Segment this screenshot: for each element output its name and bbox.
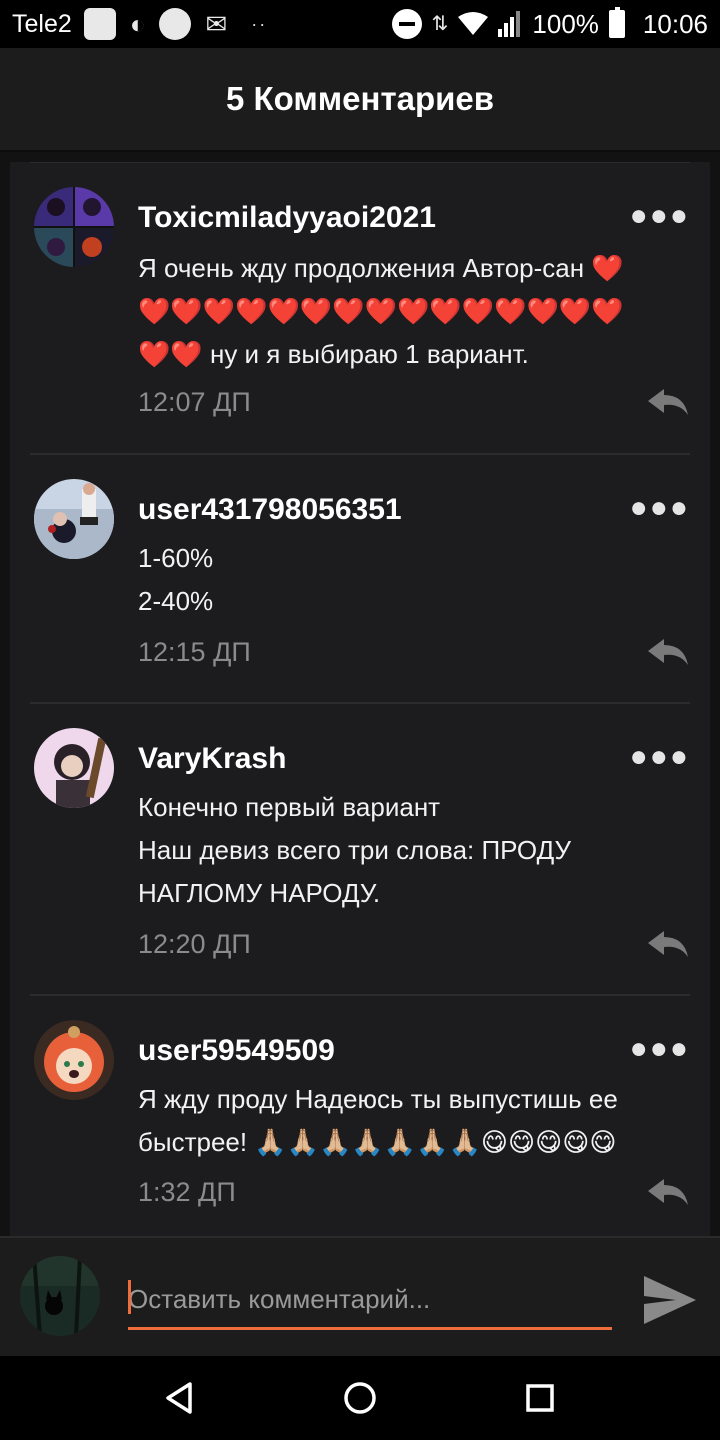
comment-text-line: Конечно первый вариант xyxy=(138,792,441,822)
comment-item: user431798056351 ●●● 1-60% 2-40% 12:15 Д… xyxy=(30,453,690,702)
wifi-icon xyxy=(458,12,489,35)
comment-username[interactable]: user59549509 xyxy=(138,1034,335,1068)
text-cursor xyxy=(128,1280,131,1314)
signal-icon xyxy=(498,11,521,37)
reply-icon[interactable] xyxy=(646,1177,690,1207)
clock: 10:06 xyxy=(642,8,708,39)
comment-text-line: Я жду проду Надеюсь ты выпустишь ее xyxy=(138,1084,618,1114)
comments-list[interactable]: Toxicmiladyyaoi2021 ●●● Я очень жду прод… xyxy=(10,162,710,1236)
system-nav-bar xyxy=(0,1356,720,1440)
data-arrows-icon: ⇅ xyxy=(431,13,449,35)
app-notification-icon xyxy=(83,8,116,40)
reply-icon[interactable] xyxy=(646,929,690,959)
more-options-icon[interactable]: ●●● xyxy=(630,493,690,523)
do-not-disturb-icon xyxy=(391,9,422,39)
comments-header: 5 Комментариев xyxy=(0,48,720,152)
reply-icon[interactable] xyxy=(646,637,690,667)
mail-icon: ✉ xyxy=(205,9,228,39)
battery-percent: 100% xyxy=(532,8,599,39)
avatar[interactable] xyxy=(34,728,114,808)
more-notifications-icon: ·· xyxy=(251,13,268,34)
status-bar: Tele2 ◐ ✉ ·· ⇅ 100% 10:06 xyxy=(0,0,720,48)
comment-timestamp: 12:20 ДП xyxy=(138,929,251,959)
comment-text-line: быстрее! 🙏🏼🙏🏼🙏🏼🙏🏼🙏🏼🙏🏼🙏🏼😋😋😋😋😋 xyxy=(138,1127,617,1157)
page-title: 5 Комментариев xyxy=(225,80,495,117)
comment-username[interactable]: VaryKrash xyxy=(138,742,286,776)
comment-text-line: 2-40% xyxy=(138,586,214,616)
comment-text-line: ❤️❤️❤️❤️❤️❤️❤️❤️❤️❤️❤️❤️❤️❤️❤️ xyxy=(138,296,624,326)
comment-text-line: 1-60% xyxy=(138,543,214,573)
battery-icon xyxy=(608,7,625,38)
avatar[interactable] xyxy=(34,479,114,559)
circle-notification-icon xyxy=(159,8,192,40)
comment-item: VaryKrash ●●● Конечно первый вариант Наш… xyxy=(30,702,690,994)
avatar[interactable] xyxy=(34,187,114,267)
more-options-icon[interactable]: ●●● xyxy=(630,201,690,231)
current-user-avatar xyxy=(20,1256,100,1336)
comment-item: user59549509 ●●● Я жду проду Надеюсь ты … xyxy=(30,994,690,1234)
carrier-label: Tele2 xyxy=(12,9,72,38)
back-icon[interactable] xyxy=(160,1378,200,1418)
comment-timestamp: 12:07 ДП xyxy=(138,387,251,417)
comment-text-line: НАГЛОМУ НАРОДУ. xyxy=(138,878,381,908)
comment-timestamp: 12:15 ДП xyxy=(138,637,251,667)
sync-icon: ◐ xyxy=(129,9,146,39)
comment-item: Toxicmiladyyaoi2021 ●●● Я очень жду прод… xyxy=(30,162,690,453)
notification-icons: ◐ ✉ ·· xyxy=(83,8,268,40)
comment-username[interactable]: Toxicmiladyyaoi2021 xyxy=(138,201,436,235)
more-options-icon[interactable]: ●●● xyxy=(630,1034,690,1064)
send-icon[interactable] xyxy=(640,1272,700,1328)
more-options-icon[interactable]: ●●● xyxy=(630,742,690,772)
comment-input[interactable] xyxy=(128,1272,612,1330)
comment-text-line: Наш девиз всего три слова: ПРОДУ xyxy=(138,835,571,865)
home-icon[interactable] xyxy=(340,1378,380,1418)
comment-text-line: Я очень жду продолжения Автор-сан ❤️ xyxy=(138,253,624,283)
comment-timestamp: 1:32 ДП xyxy=(138,1177,236,1207)
comment-input-bar xyxy=(0,1236,720,1356)
reply-icon[interactable] xyxy=(646,387,690,417)
avatar[interactable] xyxy=(34,1020,114,1100)
comment-text-line: ❤️❤️ ну и я выбираю 1 вариант. xyxy=(138,339,529,369)
comment-username[interactable]: user431798056351 xyxy=(138,493,402,527)
recents-icon[interactable] xyxy=(520,1378,560,1418)
